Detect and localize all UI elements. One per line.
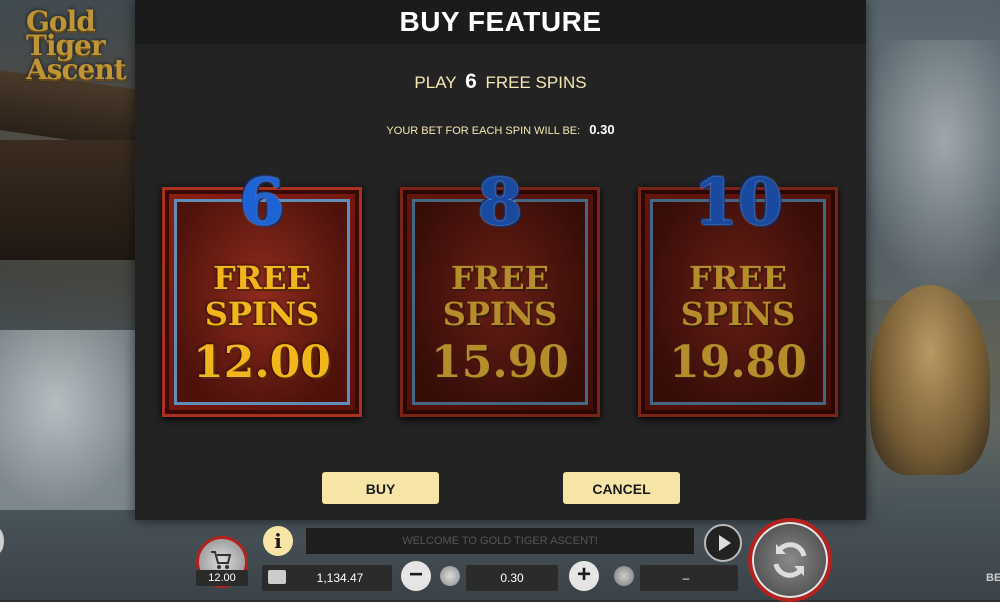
- spin-button[interactable]: [748, 518, 832, 602]
- option-price: 12.00: [193, 337, 331, 388]
- decrease-bet-button[interactable]: −: [401, 561, 431, 591]
- dialog-title: BUY FEATURE: [135, 0, 866, 44]
- balance-value: 1,134.47: [316, 571, 364, 585]
- option-card-6-spins[interactable]: 6 FREE SPINS 12.00: [162, 165, 362, 417]
- play-suffix: FREE SPINS: [485, 73, 587, 92]
- game-logo: Gold Tiger Ascent: [26, 5, 127, 86]
- temple: [0, 140, 135, 260]
- cancel-button[interactable]: CANCEL: [563, 472, 680, 504]
- bet-info: YOUR BET FOR EACH SPIN WILL BE: 0.30: [135, 122, 866, 137]
- option-spin-count: 6: [239, 165, 285, 240]
- tiger-character: [870, 285, 990, 475]
- award-icon: [614, 566, 634, 586]
- info-button[interactable]: i: [263, 526, 293, 556]
- snowy-cliff: [860, 40, 1000, 300]
- play-prefix: PLAY: [414, 73, 457, 92]
- option-price: 15.90: [431, 337, 569, 388]
- option-label-line1: FREE: [688, 259, 788, 297]
- edge-label: BE: [986, 572, 1000, 584]
- option-label-line1: FREE: [212, 259, 312, 297]
- option-spin-count: 8: [477, 165, 523, 240]
- option-price: 19.80: [669, 337, 807, 388]
- option-label-line2: SPINS: [204, 295, 320, 333]
- coin-stack-icon: [440, 566, 460, 586]
- refresh-icon: [773, 542, 807, 578]
- message-bar: WELCOME TO GOLD TIGER ASCENT!: [306, 528, 694, 554]
- buy-feature-amount: 12.00: [196, 570, 248, 586]
- option-spin-count: 10: [693, 165, 783, 240]
- bet-value-bar: 0.30: [500, 571, 524, 585]
- option-card-8-spins[interactable]: 8 FREE SPINS 15.90: [400, 165, 600, 417]
- option-card-10-spins[interactable]: 10 FREE SPINS 19.80: [638, 165, 838, 417]
- cart-icon: [211, 551, 232, 569]
- option-label-line1: FREE: [450, 259, 550, 297]
- snowy-ground: [0, 330, 140, 510]
- buy-feature-dialog: BUY FEATURE PLAY 6 FREE SPINS YOUR BET F…: [135, 0, 866, 520]
- play-count: 6: [465, 70, 477, 93]
- bet-value: 0.30: [589, 122, 615, 137]
- option-label-line2: SPINS: [680, 295, 796, 333]
- buy-button[interactable]: BUY: [322, 472, 439, 504]
- bet-label: YOUR BET FOR EACH SPIN WILL BE:: [386, 125, 581, 137]
- play-summary: PLAY 6 FREE SPINS: [135, 70, 866, 94]
- option-label-line2: SPINS: [442, 295, 558, 333]
- increase-bet-button[interactable]: +: [569, 561, 599, 591]
- win-value: –: [682, 571, 690, 585]
- wallet-icon: [268, 570, 286, 584]
- autoplay-button[interactable]: [704, 524, 742, 562]
